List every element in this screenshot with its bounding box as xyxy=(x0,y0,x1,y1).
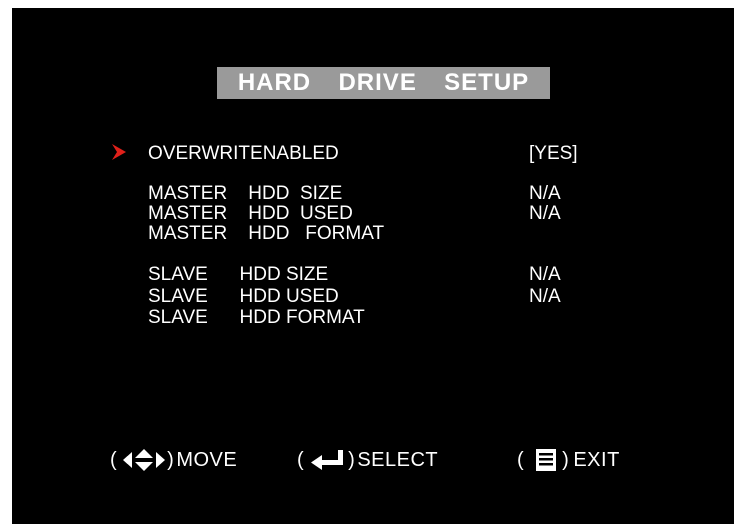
close-paren: ) xyxy=(562,448,570,471)
menu-item-label: SLAVE HDD USED xyxy=(148,286,339,307)
menu-item-value: N/A xyxy=(529,203,561,224)
menu-item-label: SLAVE HDD FORMAT xyxy=(148,307,365,328)
menu-item-slave-used[interactable]: SLAVE HDD USED N/A xyxy=(148,287,561,307)
move-label: MOVE xyxy=(176,448,238,471)
menu-item-value: [YES] xyxy=(529,143,578,164)
menu-item-label: OVERWRITENABLED xyxy=(148,143,339,164)
selection-chevron-icon xyxy=(112,144,126,160)
footer-move-hint: ( ) MOVE xyxy=(110,448,237,472)
menu-item-label: SLAVE HDD SIZE xyxy=(148,264,329,285)
menu-item-master-used[interactable]: MASTER HDD USED N/A xyxy=(148,204,561,224)
close-paren: ) xyxy=(348,448,356,471)
close-paren: ) xyxy=(167,448,175,471)
menu-item-label: MASTER HDD SIZE xyxy=(148,183,343,204)
open-paren: ( xyxy=(517,448,525,471)
menu-item-slave-format[interactable]: SLAVE HDD FORMAT xyxy=(148,308,365,328)
select-label: SELECT xyxy=(357,448,439,471)
menu-item-value: N/A xyxy=(529,264,561,285)
title-bar: HARD DRIVE SETUP xyxy=(217,67,550,99)
osd-screen: HARD DRIVE SETUP OVERWRITENABLED [YES] M… xyxy=(12,8,734,524)
footer-exit-hint: ( ) EXIT xyxy=(517,448,620,472)
open-paren: ( xyxy=(110,448,118,471)
menu-item-value: N/A xyxy=(529,286,561,307)
footer-select-hint: ( ) SELECT xyxy=(297,448,438,472)
exit-label: EXIT xyxy=(573,448,620,471)
menu-item-value: N/A xyxy=(529,183,561,204)
menu-item-label: MASTER HDD FORMAT xyxy=(148,223,385,244)
menu-item-overwrite[interactable]: OVERWRITENABLED [YES] xyxy=(148,144,578,164)
menu-item-master-size[interactable]: MASTER HDD SIZE N/A xyxy=(148,184,561,204)
page-title: HARD DRIVE SETUP xyxy=(237,69,530,96)
menu-item-label: MASTER HDD USED xyxy=(148,203,353,224)
menu-item-master-format[interactable]: MASTER HDD FORMAT xyxy=(148,224,384,244)
menu-item-slave-size[interactable]: SLAVE HDD SIZE N/A xyxy=(148,265,561,285)
menu-icon xyxy=(536,449,557,471)
open-paren: ( xyxy=(297,448,305,471)
four-way-arrows-icon xyxy=(123,449,166,471)
enter-key-icon xyxy=(311,450,344,470)
